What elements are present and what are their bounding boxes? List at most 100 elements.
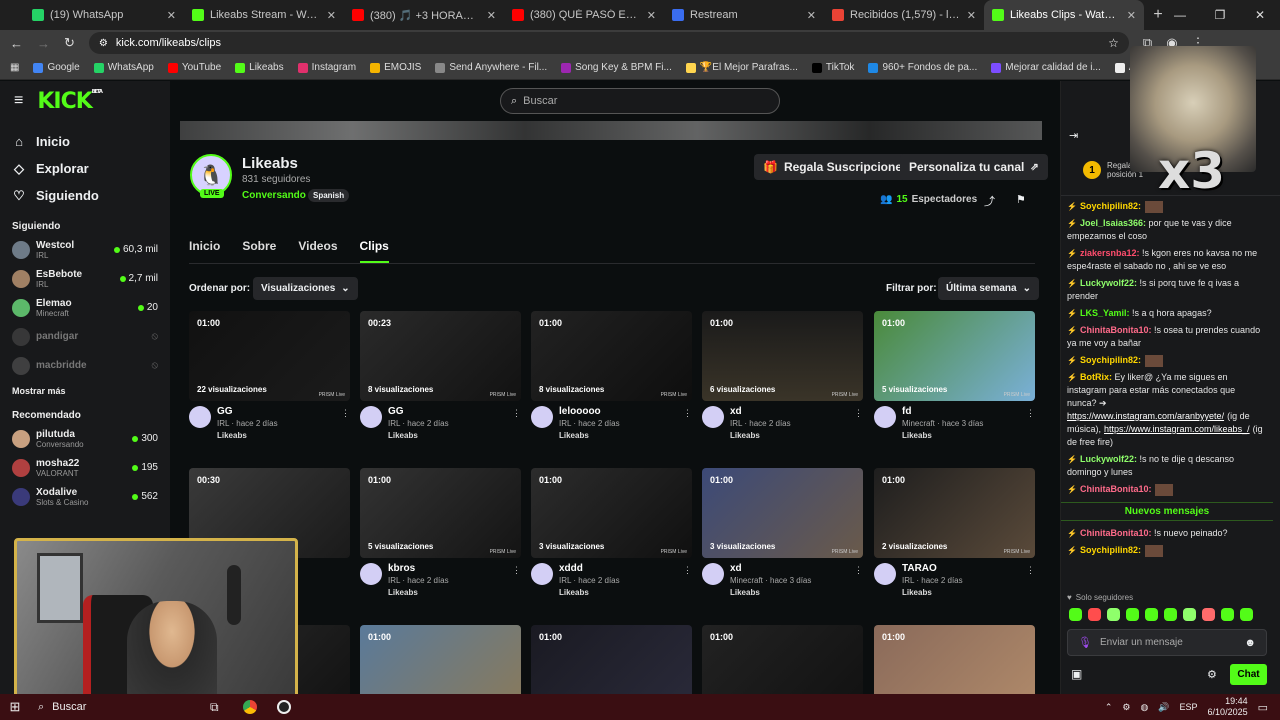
- task-view-icon[interactable]: ⧉: [210, 700, 219, 715]
- more-options-icon[interactable]: ⋮: [854, 408, 863, 419]
- instagram-link[interactable]: https://www.instagram.com/aranbyyete/: [1067, 411, 1224, 421]
- chat-username[interactable]: LKS_Yamil:: [1080, 308, 1130, 318]
- clip-thumbnail[interactable]: 01:00 8 visualizaciones PRISM Live: [531, 311, 692, 401]
- clip-card[interactable]: 00:23 8 visualizaciones PRISM Live GG IRL · …: [360, 311, 521, 440]
- clip-title[interactable]: kbros: [388, 563, 449, 574]
- clip-creator-avatar[interactable]: [531, 563, 553, 585]
- bookmark-item[interactable]: Mejorar calidad de i...: [991, 62, 1101, 73]
- emote-icon[interactable]: [1107, 608, 1120, 621]
- clip-user[interactable]: Likeabs: [388, 588, 449, 597]
- clip-thumbnail[interactable]: 01:00 3 visualizaciones PRISM Live: [702, 468, 863, 558]
- browser-tab[interactable]: Restream ✕: [664, 0, 824, 30]
- bookmark-item[interactable]: Song Key & BPM Fi...: [561, 62, 672, 73]
- clip-title[interactable]: xd: [730, 563, 811, 574]
- reload-icon[interactable]: ↻: [64, 35, 75, 51]
- clip-user[interactable]: Likeabs: [730, 431, 791, 440]
- browser-tab[interactable]: Recibidos (1,579) - likeabsplay ✕: [824, 0, 984, 30]
- tab-inicio[interactable]: Inicio: [189, 239, 220, 263]
- back-icon[interactable]: ←: [10, 36, 23, 51]
- channel-item[interactable]: pilutuda Conversando 300: [0, 424, 170, 453]
- clip-card[interactable]: 01:00 3 visualizaciones PRISM Live xd Minecr…: [702, 468, 863, 597]
- bookmark-item[interactable]: 🏆El Mejor Parafras...: [685, 62, 798, 73]
- clip-creator-avatar[interactable]: [360, 406, 382, 428]
- more-options-icon[interactable]: ⋮: [683, 565, 692, 576]
- close-tab-icon[interactable]: ✕: [647, 9, 656, 22]
- clip-thumbnail[interactable]: 01:00 5 visualizaciones PRISM Live: [360, 468, 521, 558]
- clock[interactable]: 19:44 6/10/2025: [1208, 696, 1248, 718]
- show-more-link[interactable]: Mostrar más: [0, 386, 170, 400]
- browser-tab[interactable]: Likeabs Clips - Watch Live on ✕: [984, 0, 1144, 30]
- emote-icon[interactable]: [1145, 608, 1158, 621]
- clip-user[interactable]: Likeabs: [730, 588, 811, 597]
- tray-chevron-icon[interactable]: ⌃: [1105, 702, 1113, 713]
- clip-title[interactable]: GG: [217, 406, 278, 417]
- clip-user[interactable]: Likeabs: [559, 431, 620, 440]
- close-tab-icon[interactable]: ✕: [487, 9, 496, 22]
- emote-icon[interactable]: [1126, 608, 1139, 621]
- emote-icon[interactable]: [1164, 608, 1177, 621]
- bookmark-star-icon[interactable]: ☆: [1108, 36, 1119, 50]
- clip-card[interactable]: 01:00 8 visualizaciones PRISM Live lelooooo…: [531, 311, 692, 440]
- bookmark-item[interactable]: YouTube: [167, 62, 221, 73]
- bookmark-item[interactable]: TikTok: [811, 62, 854, 73]
- chat-username[interactable]: Luckywolf22:: [1080, 278, 1137, 288]
- tab-clips[interactable]: Clips: [359, 239, 389, 263]
- collapse-chat-icon[interactable]: ⇥: [1069, 129, 1078, 142]
- language-indicator[interactable]: ESP: [1180, 702, 1198, 712]
- close-tab-icon[interactable]: ✕: [1127, 9, 1136, 22]
- site-info-icon[interactable]: ⚙: [99, 38, 108, 49]
- sidebar-nav-2[interactable]: ♡ Siguiendo: [0, 182, 170, 209]
- browser-tab[interactable]: (380) 🎵 +3 HORAS DE REGGA ✕: [344, 0, 504, 30]
- obs-icon[interactable]: [276, 700, 291, 714]
- clip-thumbnail[interactable]: 01:00 2 visualizaciones PRISM Live: [874, 468, 1035, 558]
- bookmark-item[interactable]: Google: [33, 62, 80, 73]
- emoji-icon[interactable]: ☻: [1244, 637, 1256, 649]
- sidebar-nav-1[interactable]: ◇ Explorar: [0, 155, 170, 182]
- windows-start-icon[interactable]: ⊞: [0, 699, 30, 715]
- more-options-icon[interactable]: ⋮: [512, 408, 521, 419]
- chat-username[interactable]: ChinitaBonita10:: [1080, 484, 1152, 494]
- customize-channel-button[interactable]: Personaliza tu canal ⇗: [900, 154, 1048, 180]
- chat-username[interactable]: Luckywolf22:: [1080, 454, 1137, 464]
- clip-thumbnail[interactable]: 01:00 22 visualizaciones PRISM Live: [189, 311, 350, 401]
- chat-username[interactable]: BotRix:: [1080, 372, 1112, 382]
- bookmark-item[interactable]: Instagram: [297, 62, 356, 73]
- apps-icon[interactable]: ▦: [10, 62, 19, 73]
- url-bar[interactable]: ⚙ kick.com/likeabs/clips ☆: [88, 32, 1129, 54]
- channel-item[interactable]: EsBebote IRL 2,7 mil: [0, 264, 170, 293]
- chrome-icon[interactable]: [242, 700, 257, 714]
- bookmark-item[interactable]: Send Anywhere - Fil...: [435, 62, 547, 73]
- share-icon[interactable]: ⤴: [984, 193, 995, 209]
- clip-title[interactable]: xddd: [559, 563, 620, 574]
- more-options-icon[interactable]: ⋮: [683, 408, 692, 419]
- channel-item[interactable]: Xodalive Slots & Casino 562: [0, 482, 170, 511]
- tab-videos[interactable]: Videos: [298, 239, 337, 263]
- more-options-icon[interactable]: ⋮: [512, 565, 521, 576]
- clip-title[interactable]: xd: [730, 406, 791, 417]
- clip-user[interactable]: Likeabs: [388, 431, 449, 440]
- bookmark-item[interactable]: 960+ Fondos de pa...: [868, 62, 977, 73]
- clip-user[interactable]: Likeabs: [902, 588, 963, 597]
- browser-tab[interactable]: (380) QUÉ PASÓ EL SÁBADO? ✕: [504, 0, 664, 30]
- search-box[interactable]: ⌕ Buscar: [500, 88, 780, 114]
- close-tab-icon[interactable]: ✕: [967, 9, 976, 22]
- chat-settings-icon[interactable]: ⚙: [1207, 668, 1217, 681]
- clip-creator-avatar[interactable]: [531, 406, 553, 428]
- mic-icon[interactable]: 🎙: [1078, 636, 1092, 649]
- instagram-link[interactable]: https://www.instagram.com/likeabs_/: [1104, 424, 1250, 434]
- emote-icon[interactable]: [1221, 608, 1234, 621]
- clip-card[interactable]: 01:00 3 visualizaciones PRISM Live xddd IRL …: [531, 468, 692, 597]
- clip-user[interactable]: Likeabs: [902, 431, 983, 440]
- clip-card[interactable]: 01:00 5 visualizaciones PRISM Live kbros IRL…: [360, 468, 521, 597]
- channel-item[interactable]: macbridde ⦸: [0, 351, 170, 380]
- bookmark-item[interactable]: EMOJIS: [370, 62, 421, 73]
- clip-creator-avatar[interactable]: [702, 563, 724, 585]
- bookmark-item[interactable]: Likeabs: [235, 62, 284, 73]
- clip-card[interactable]: 01:00 22 visualizaciones PRISM Live GG IRL ·…: [189, 311, 350, 440]
- new-messages-divider[interactable]: Nuevos mensajes: [1061, 502, 1273, 521]
- taskbar-search[interactable]: ⌕ Buscar: [30, 696, 160, 718]
- emote-icon[interactable]: [1202, 608, 1215, 621]
- bookmark-item[interactable]: WhatsApp: [93, 62, 154, 73]
- language-tag[interactable]: Spanish: [308, 189, 350, 202]
- channel-item[interactable]: mosha22 VALORANT 195: [0, 453, 170, 482]
